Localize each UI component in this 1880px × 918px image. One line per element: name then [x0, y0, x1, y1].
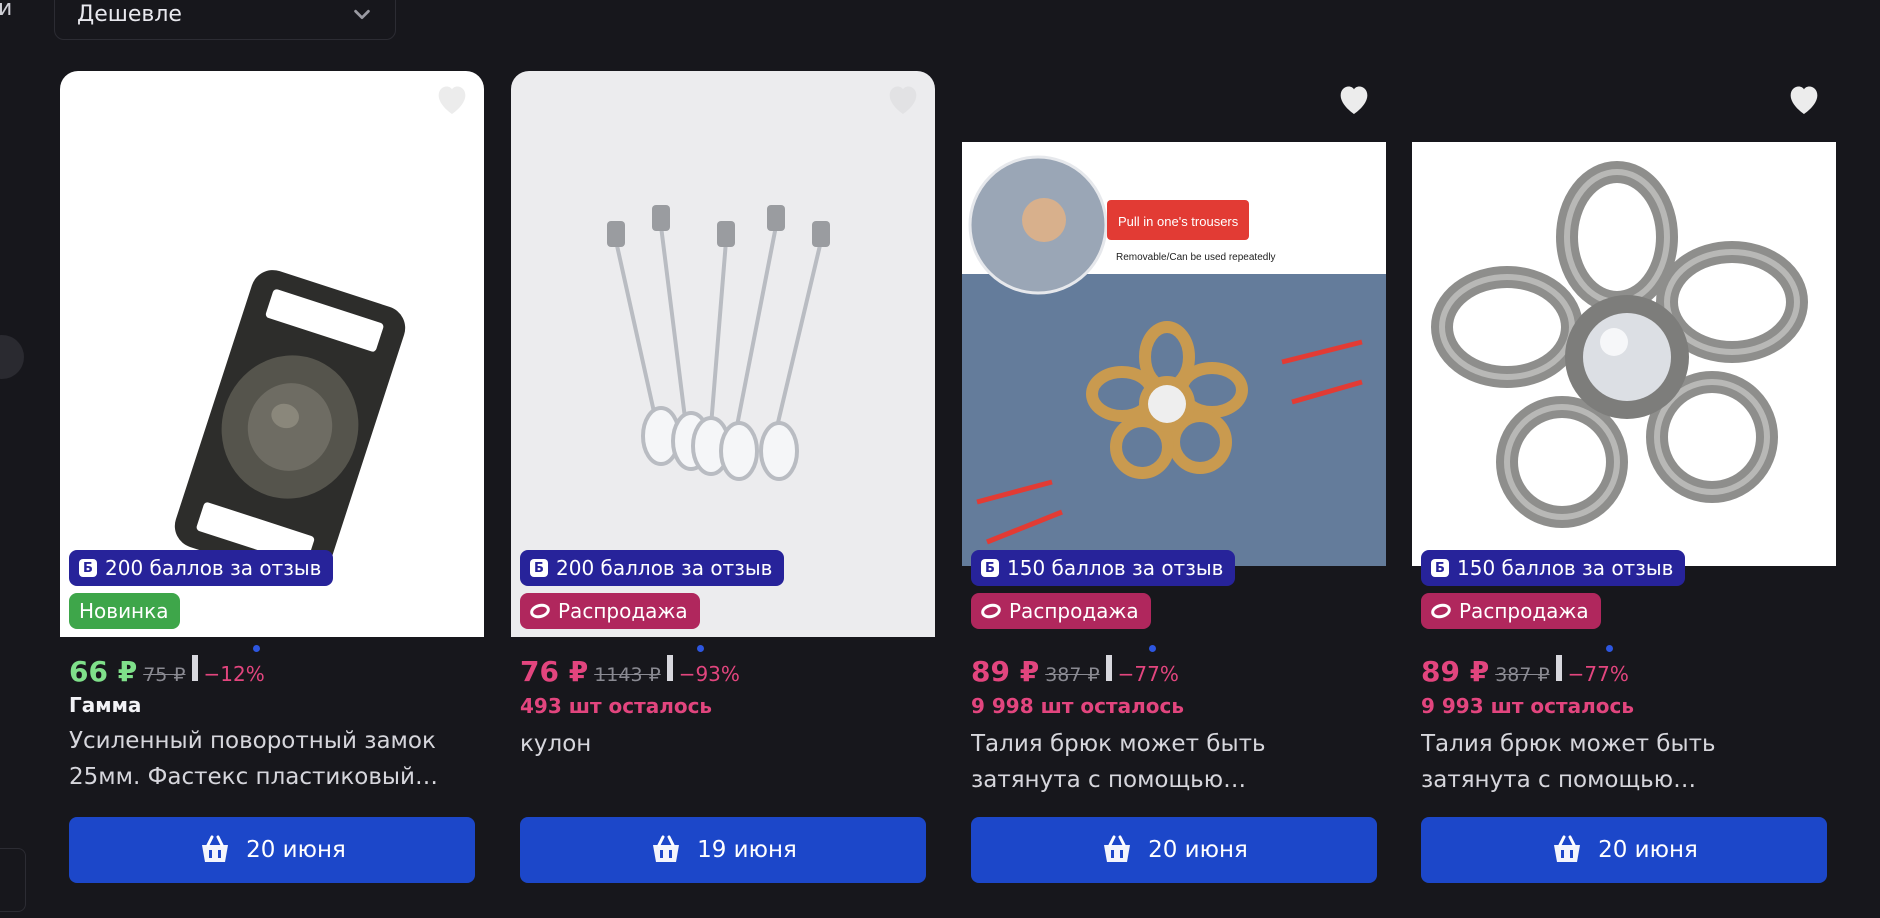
stock-left: 493 шт осталось [520, 694, 713, 718]
image-banner-text: Pull in one's trousers [1118, 214, 1239, 229]
favorite-heart-icon[interactable] [1334, 79, 1374, 119]
product-media: Б 200 баллов за отзыв Новинка [60, 71, 484, 637]
image-pager-dot[interactable] [1149, 645, 1156, 652]
points-icon: Б [981, 559, 999, 577]
product-card[interactable]: Pull in one's trousers Removable/Can be … [962, 71, 1386, 911]
discount: −77% [1117, 662, 1179, 686]
price-divider [666, 655, 673, 681]
discount: −77% [1567, 662, 1629, 686]
badge-group: Б 200 баллов за отзыв Новинка [69, 550, 334, 629]
favorite-heart-icon[interactable] [1784, 79, 1824, 119]
truncated-left-text: и [0, 0, 13, 21]
current-price: 66 ₽ [69, 655, 138, 688]
old-price: 75 ₽ [143, 664, 186, 686]
brand-name[interactable]: Гамма [69, 693, 141, 717]
review-points-badge: Б 150 баллов за отзыв [1421, 550, 1686, 586]
current-price: 89 ₽ [1421, 655, 1490, 688]
sale-badge: Распродажа [971, 593, 1151, 629]
delivery-date: 20 июня [246, 837, 346, 863]
delivery-date: 19 июня [697, 837, 797, 863]
add-to-cart-button[interactable]: 19 июня [520, 817, 926, 883]
product-media: Б 150 баллов за отзыв Распродажа [1412, 71, 1836, 637]
favorite-heart-icon[interactable] [432, 79, 472, 119]
price-row: 89 ₽ 387 ₽ −77% [971, 655, 1179, 688]
product-card[interactable]: Б 200 баллов за отзыв Распродажа 76 ₽ 11… [511, 71, 935, 911]
old-price: 387 ₽ [1045, 664, 1100, 686]
product-title[interactable]: Талия брюк может быть затянута с помощью… [1421, 726, 1827, 798]
favorite-heart-icon[interactable] [883, 79, 923, 119]
price-divider [1105, 655, 1112, 681]
add-to-cart-button[interactable]: 20 июня [1421, 817, 1827, 883]
stock-left: 9 998 шт осталось [971, 694, 1184, 718]
chevron-down-icon [354, 9, 370, 20]
sale-ring-icon [979, 601, 1003, 621]
review-points-label: 200 баллов за отзыв [105, 556, 322, 580]
badge-group: Б 150 баллов за отзыв Распродажа [971, 550, 1236, 629]
points-icon: Б [1431, 559, 1449, 577]
product-card[interactable]: Б 150 баллов за отзыв Распродажа 89 ₽ 38… [1412, 71, 1836, 911]
discount: −12% [203, 662, 265, 686]
new-badge: Новинка [69, 593, 181, 629]
sale-ring-icon [1429, 601, 1453, 621]
add-to-cart-button[interactable]: 20 июня [69, 817, 475, 883]
badge-group: Б 150 баллов за отзыв Распродажа [1421, 550, 1686, 629]
basket-icon [653, 835, 680, 862]
basket-icon [1554, 835, 1581, 862]
review-points-label: 200 баллов за отзыв [556, 556, 773, 580]
scroll-left-button[interactable] [0, 335, 24, 379]
image-pager-dot[interactable] [1606, 645, 1613, 652]
discount: −93% [678, 662, 740, 686]
price-row: 89 ₽ 387 ₽ −77% [1421, 655, 1629, 688]
side-panel-edge [0, 848, 26, 912]
image-caption-text: Removable/Can be used repeatedly [1116, 252, 1276, 263]
points-icon: Б [530, 559, 548, 577]
basket-icon [202, 835, 229, 862]
delivery-date: 20 июня [1598, 837, 1698, 863]
product-media: Pull in one's trousers Removable/Can be … [962, 71, 1386, 637]
basket-icon [1104, 835, 1131, 862]
tag-label: Распродажа [558, 599, 688, 623]
current-price: 76 ₽ [520, 655, 589, 688]
sort-dropdown-value: Дешевле [77, 1, 182, 27]
product-title[interactable]: Усиленный поворотный замок 25мм. Фастекс… [69, 723, 475, 795]
points-icon: Б [79, 559, 97, 577]
old-price: 387 ₽ [1495, 664, 1550, 686]
stock-left: 9 993 шт осталось [1421, 694, 1634, 718]
badge-group: Б 200 баллов за отзыв Распродажа [520, 550, 785, 629]
add-to-cart-button[interactable]: 20 июня [971, 817, 1377, 883]
product-card[interactable]: Б 200 баллов за отзыв Новинка 66 ₽ 75 ₽ … [60, 71, 484, 911]
product-image-spoons [511, 141, 935, 565]
sort-dropdown[interactable]: Дешевле [54, 0, 396, 40]
old-price: 1143 ₽ [594, 664, 661, 686]
review-points-badge: Б 200 баллов за отзыв [520, 550, 785, 586]
product-image-gold-flower-button: Pull in one's trousers Removable/Can be … [962, 142, 1386, 566]
sale-badge: Распродажа [520, 593, 700, 629]
delivery-date: 20 июня [1148, 837, 1248, 863]
image-pager-dot[interactable] [253, 645, 260, 652]
current-price: 89 ₽ [971, 655, 1040, 688]
tag-label: Распродажа [1459, 599, 1589, 623]
sale-badge: Распродажа [1421, 593, 1601, 629]
review-points-label: 150 баллов за отзыв [1457, 556, 1674, 580]
price-row: 66 ₽ 75 ₽ −12% [69, 655, 265, 688]
image-pager-dot[interactable] [697, 645, 704, 652]
sale-ring-icon [528, 601, 552, 621]
review-points-badge: Б 150 баллов за отзыв [971, 550, 1236, 586]
tag-label: Распродажа [1009, 599, 1139, 623]
tag-label: Новинка [79, 599, 169, 623]
product-image-silver-flower-button [1412, 142, 1836, 566]
review-points-label: 150 баллов за отзыв [1007, 556, 1224, 580]
product-title[interactable]: Талия брюк может быть затянута с помощью… [971, 726, 1377, 798]
product-media: Б 200 баллов за отзыв Распродажа [511, 71, 935, 637]
price-divider [191, 655, 198, 681]
price-divider [1555, 655, 1562, 681]
review-points-badge: Б 200 баллов за отзыв [69, 550, 334, 586]
price-row: 76 ₽ 1143 ₽ −93% [520, 655, 740, 688]
product-title[interactable]: кулон [520, 726, 926, 762]
